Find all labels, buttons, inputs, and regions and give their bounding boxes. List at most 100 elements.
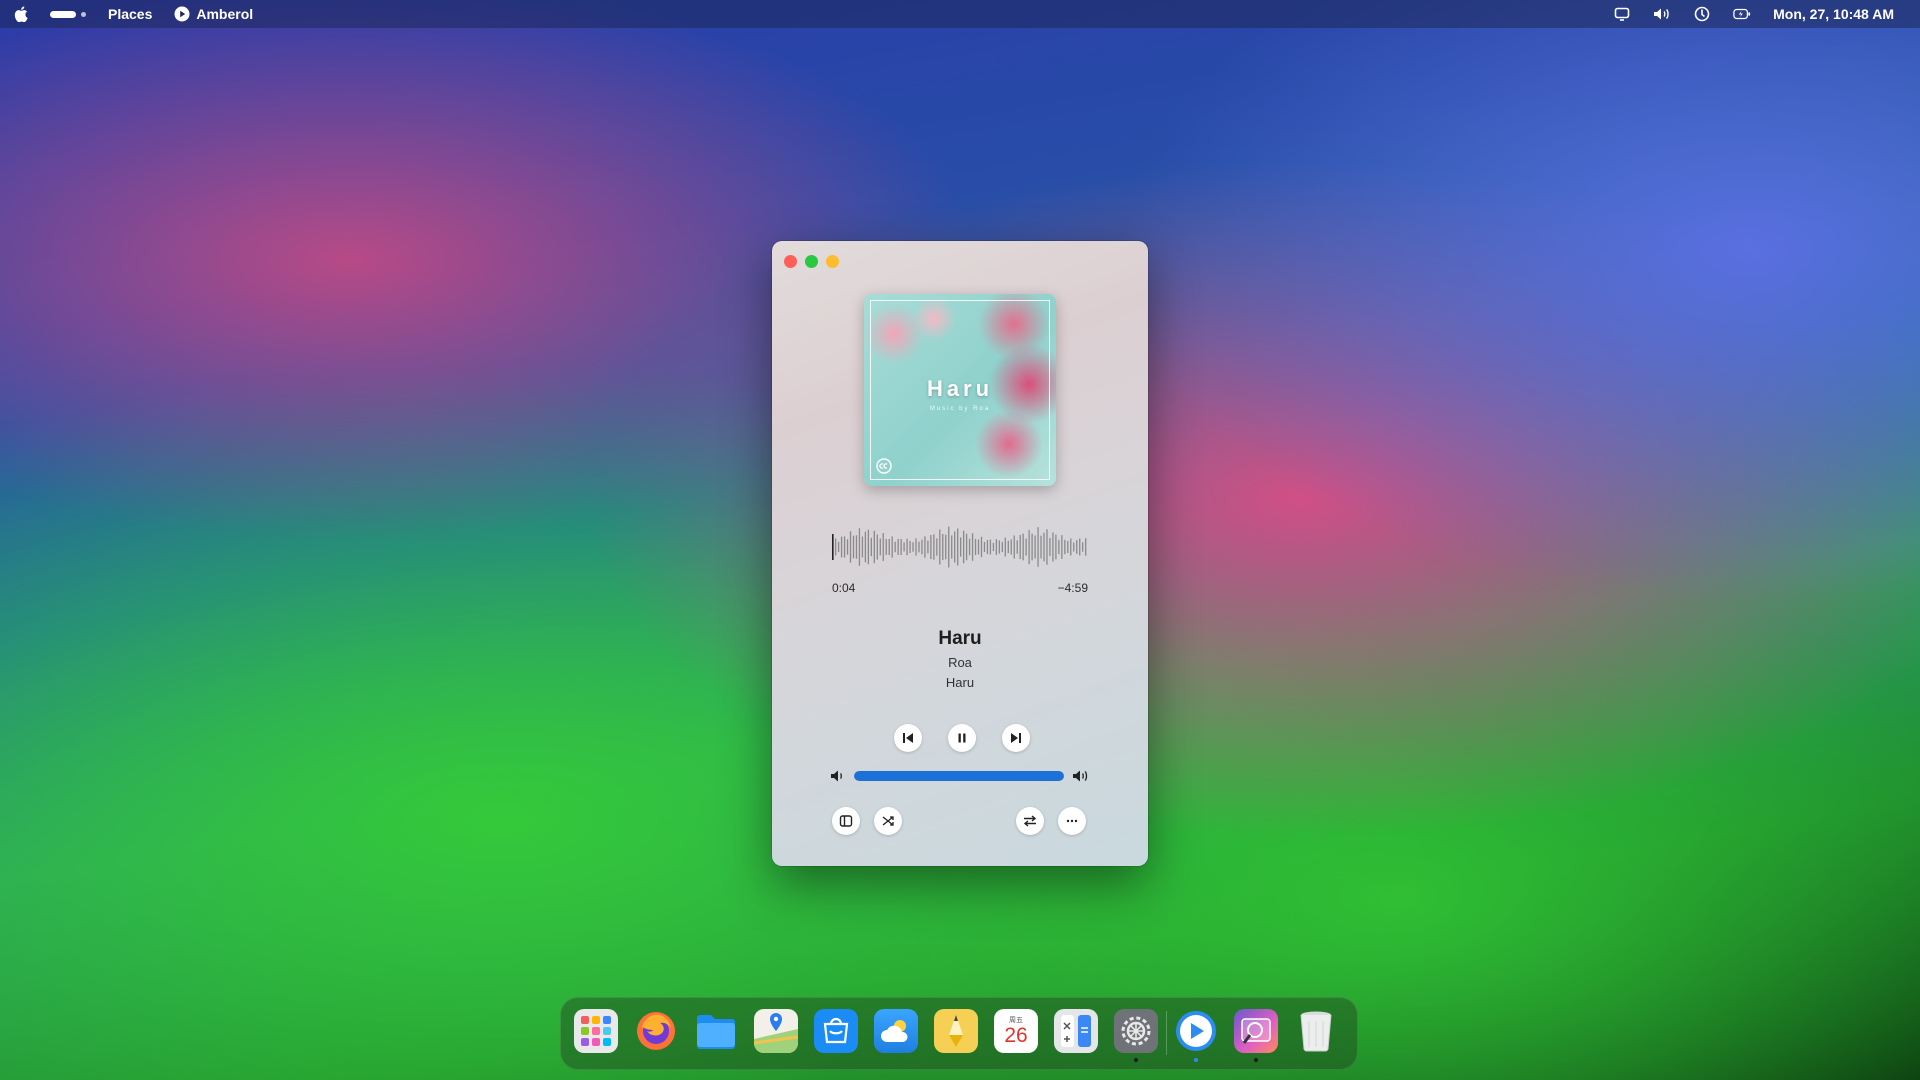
waveform-bar xyxy=(1010,539,1012,555)
clock-datetime[interactable]: Mon, 27, 10:48 AM xyxy=(1773,6,1894,22)
waveform-bar xyxy=(846,539,849,555)
waveform-bar xyxy=(852,535,855,559)
waveform-bar xyxy=(840,536,843,558)
volume-high-icon[interactable] xyxy=(1072,769,1090,783)
settings-dock-icon[interactable] xyxy=(1114,1009,1158,1053)
volume-control xyxy=(830,768,1090,784)
waveform-bar xyxy=(855,535,858,559)
places-menu[interactable]: Places xyxy=(108,6,152,22)
waveform-bar xyxy=(834,538,837,556)
waveform-bar xyxy=(876,534,878,560)
remaining-time: −4:59 xyxy=(1057,581,1088,595)
trash-dock-icon[interactable] xyxy=(1294,1009,1338,1053)
next-track-button[interactable] xyxy=(1002,724,1030,752)
waveform-bar xyxy=(989,539,992,555)
waveform-bar xyxy=(1055,534,1057,560)
apple-icon[interactable] xyxy=(14,6,28,23)
screenshot-running-indicator xyxy=(1254,1058,1258,1062)
battery-icon[interactable] xyxy=(1733,5,1751,23)
waveform-bar xyxy=(998,540,1000,554)
waveform-bar xyxy=(971,533,974,561)
window-controls xyxy=(784,255,839,268)
waveform-bar xyxy=(986,539,989,555)
amberol-dock-icon[interactable] xyxy=(1174,1009,1218,1053)
weather-dock-icon[interactable] xyxy=(874,1009,918,1053)
pause-button[interactable] xyxy=(948,724,976,752)
files-dock-icon[interactable] xyxy=(694,1009,738,1053)
waveform-bar xyxy=(918,541,920,553)
waveform-bar xyxy=(948,526,950,568)
cover-title-text: Haru xyxy=(926,376,994,401)
waveform-bar xyxy=(992,542,995,552)
waveform-bar xyxy=(1022,533,1024,561)
waveform-bar xyxy=(870,537,872,557)
shuffle-button[interactable] xyxy=(874,807,902,835)
amberol-running-indicator xyxy=(1194,1058,1198,1062)
waveform-bar xyxy=(962,530,965,564)
software-center-dock-icon[interactable] xyxy=(814,1009,858,1053)
skip-forward-icon xyxy=(1011,733,1021,743)
waveform-bar xyxy=(912,542,914,552)
waveform-bar xyxy=(936,538,938,556)
minimize-window-button[interactable] xyxy=(826,255,839,268)
waveform-seek-bar[interactable] xyxy=(832,524,1088,570)
waveform-bar xyxy=(837,541,840,553)
sidebar-icon xyxy=(839,815,853,827)
waveform-bar xyxy=(858,528,861,566)
waveform-bar xyxy=(1085,538,1087,556)
volume-icon[interactable] xyxy=(1653,5,1671,23)
repeat-button[interactable] xyxy=(1016,807,1044,835)
waveform-bar xyxy=(939,529,941,565)
more-options-button[interactable] xyxy=(1058,807,1086,835)
calendar-dock-icon[interactable]: 周五 26 xyxy=(994,1009,1038,1053)
firefox-dock-icon[interactable] xyxy=(634,1009,678,1053)
volume-low-icon[interactable] xyxy=(830,769,846,783)
maps-dock-icon[interactable] xyxy=(754,1009,798,1053)
calculator-dock-icon[interactable] xyxy=(1054,1009,1098,1053)
waveform-bar xyxy=(1079,538,1081,556)
waveform-bar xyxy=(1061,535,1063,559)
waveform-bar xyxy=(930,534,932,560)
maximize-window-button[interactable] xyxy=(805,255,818,268)
toggle-playlist-button[interactable] xyxy=(832,807,860,835)
power-profile-icon[interactable] xyxy=(1693,5,1711,23)
waveform-bar xyxy=(1034,535,1036,559)
waveform-bar xyxy=(1004,537,1006,557)
cover-subtitle-text: Music by Roa xyxy=(929,406,991,412)
elapsed-time: 0:04 xyxy=(832,581,856,595)
app-menu[interactable]: Amberol xyxy=(174,6,253,22)
waveform-bar xyxy=(1046,529,1048,565)
waveform-bar xyxy=(906,538,908,556)
screenshot-dock-icon[interactable] xyxy=(1234,1009,1278,1053)
amberol-player-window: Haru Music by Roa 0:04 −4:59 Haru Roa Ha… xyxy=(772,241,1148,866)
waveform-bar xyxy=(903,542,905,552)
display-icon[interactable] xyxy=(1613,5,1631,23)
waveform-bar xyxy=(1076,540,1078,554)
track-album: Haru xyxy=(945,675,975,690)
launchpad-dock-icon[interactable] xyxy=(574,1009,618,1053)
previous-track-button[interactable] xyxy=(894,724,922,752)
dock: 周五 26 xyxy=(560,997,1358,1070)
settings-running-indicator xyxy=(1134,1058,1138,1062)
waveform-bar xyxy=(849,531,852,563)
text-editor-dock-icon[interactable] xyxy=(934,1009,978,1053)
track-title: Haru xyxy=(938,628,982,649)
workspace-indicator[interactable] xyxy=(50,10,86,18)
waveform-bar xyxy=(1037,527,1039,567)
waveform-bar xyxy=(927,540,929,554)
waveform-bar xyxy=(915,538,917,556)
waveform-bar xyxy=(894,541,896,553)
waveform-bar xyxy=(924,536,926,558)
waveform-bar xyxy=(861,536,864,558)
close-window-button[interactable] xyxy=(784,255,797,268)
waveform-bar xyxy=(900,538,902,555)
volume-slider[interactable] xyxy=(854,771,1064,781)
waveform-bar xyxy=(977,539,980,555)
waveform-bar xyxy=(983,541,986,553)
skip-back-icon xyxy=(903,733,913,743)
pause-icon xyxy=(958,733,966,743)
waveform-bar xyxy=(882,533,884,561)
waveform-bar xyxy=(974,538,977,556)
dock-separator xyxy=(1166,1011,1167,1055)
waveform-bar xyxy=(1019,534,1021,560)
